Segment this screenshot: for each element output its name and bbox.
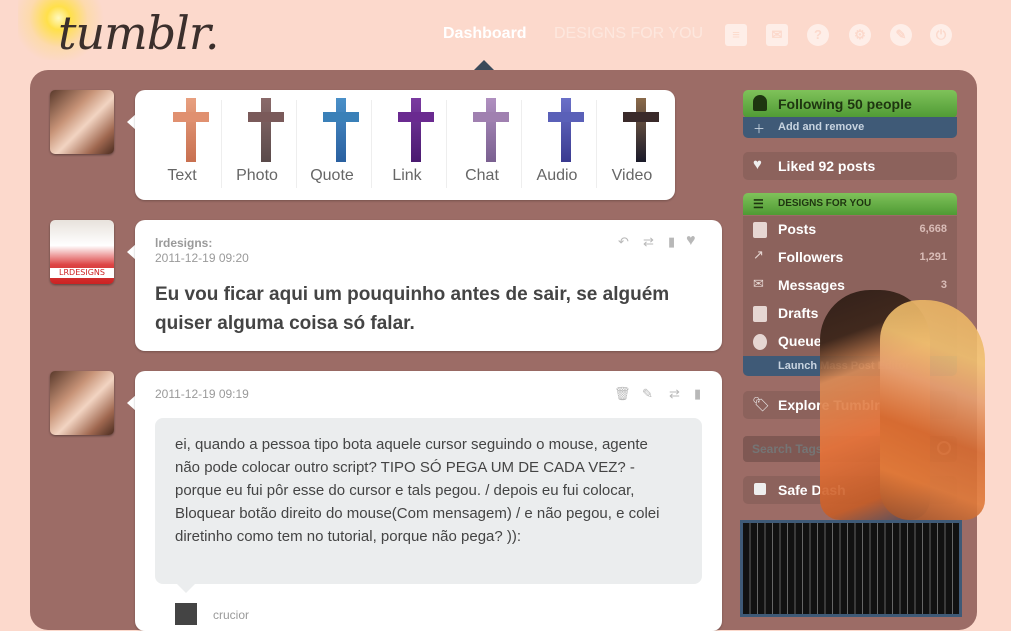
post-type-video[interactable]: Video [595,90,669,200]
ask-question: ei, quando a pessoa tipo bota aquele cur… [175,436,660,545]
bookmark-icon[interactable]: ▮ [668,234,675,250]
tumblr-logo[interactable]: tumblr. [58,6,219,60]
post-timestamp[interactable]: 2011-12-19 09:20 [155,251,249,265]
post-type-label: Audio [536,167,578,184]
post-type-chat[interactable]: Chat [445,90,519,200]
sidebar-item-followers[interactable]: ↗ Followers 1,291 [743,244,957,273]
blog-title: DESIGNS FOR YOU [778,198,872,209]
asker-name[interactable]: crucior [213,608,249,622]
avatar-label: LRDESIGNS [50,268,114,278]
post-type-quote[interactable]: Quote [295,90,369,200]
following-label: Following 50 people [778,96,912,112]
lock-icon [754,483,766,495]
mail-icon[interactable]: ✉ [766,24,788,46]
asker-avatar[interactable] [175,603,197,625]
document-icon [753,222,767,238]
post-type-label: Photo [236,167,278,184]
post-type-audio[interactable]: Audio [520,90,594,200]
sidebar-item-label: Messages [778,277,845,293]
settings-icon[interactable]: ⚙ [849,24,871,46]
add-remove-link[interactable]: ＋ Add and remove [743,117,957,138]
post-type-label: Chat [465,167,499,184]
post-type-label: Link [392,167,422,184]
sidebar-item-label: Drafts [778,305,819,321]
quote-cross-icon [323,98,359,162]
nav-designs-for-you[interactable]: DESIGNS FOR YOU [554,25,703,43]
add-remove-label: Add and remove [778,121,865,133]
sidebar-item-count: 6,668 [919,223,947,235]
liked-label: Liked 92 posts [778,158,876,174]
text-cross-icon [173,98,209,162]
help-icon[interactable]: ? [807,24,829,46]
post-type-text[interactable]: Text [145,90,219,200]
post-type-label: Quote [310,167,354,184]
sidebar-item-label: Posts [778,221,817,237]
like-heart-icon[interactable]: ♥ [686,232,696,250]
reply-icon[interactable]: ↶ [618,234,629,250]
sidebar-item-label: Queue [778,333,822,349]
user-avatar[interactable] [50,371,114,435]
audio-cross-icon [548,98,584,162]
add-person-icon: ＋ [753,122,766,136]
chart-icon: ↗ [753,247,764,262]
heart-icon: ♥ [753,156,762,173]
logout-icon[interactable]: ⏻ [930,24,952,46]
post-type-label: Video [611,167,653,184]
sidebar-item-posts[interactable]: Posts 6,668 [743,216,957,245]
blog-title-bar[interactable]: ☰ DESIGNS FOR YOU [743,193,957,215]
author-avatar[interactable]: LRDESIGNS [50,220,114,284]
post-author[interactable]: lrdesigns: [155,236,212,250]
sidebar-item-count: 3 [940,279,947,291]
envelope-icon: ✉ [753,276,764,291]
reblog-icon[interactable]: ⇄ [643,234,654,250]
post-type-photo[interactable]: Photo [220,90,294,200]
city-photo-widget [740,520,962,617]
post-timestamp[interactable]: 2011-12-19 09:19 [155,387,249,401]
post-body: Eu vou ficar aqui um pouquinho antes de … [155,284,670,334]
ask-bubble-tail [177,584,195,593]
user-avatar[interactable] [50,90,114,154]
chat-cross-icon [473,98,509,162]
liked-posts-button[interactable]: ♥ Liked 92 posts [743,152,957,180]
sidebar-item-count: 1,291 [919,251,947,263]
bookmark-icon[interactable]: ▮ [694,386,701,402]
nav-active-pointer [474,60,494,70]
sidebar-item-label: Followers [778,249,844,265]
reblog-icon[interactable]: ⇄ [669,386,680,402]
post-type-label: Text [167,167,197,184]
video-cross-icon [623,98,659,162]
link-cross-icon [398,98,434,162]
person-icon [753,95,767,111]
photo-cross-icon [248,98,284,162]
following-button[interactable]: Following 50 people [743,90,957,118]
list-icon: ☰ [753,197,764,211]
clock-icon [753,334,767,350]
edit-icon[interactable]: ✎ [642,386,653,402]
inbox-icon[interactable]: ≡ [725,24,747,46]
customize-icon[interactable]: ✎ [890,24,912,46]
delete-icon[interactable]: 🗑 [614,386,631,402]
post-type-link[interactable]: Link [370,90,444,200]
nav-dashboard[interactable]: Dashboard [443,25,527,43]
background-illustration-girl [880,300,985,520]
document-icon [753,306,767,322]
tag-icon: 🏷 [752,396,770,412]
